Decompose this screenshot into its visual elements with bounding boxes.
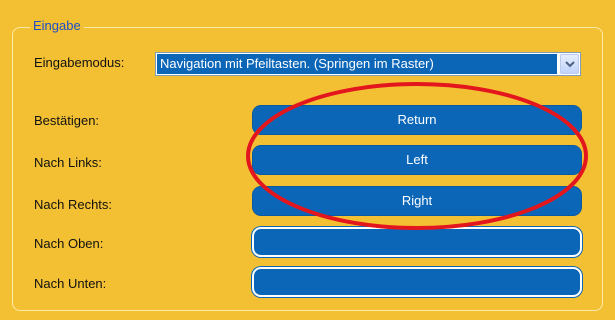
down-key-button[interactable]: [252, 267, 582, 297]
right-key-button[interactable]: Right: [252, 186, 582, 216]
dropdown-button[interactable]: [560, 54, 579, 74]
up-label: Nach Oben:: [34, 236, 104, 251]
up-key-button[interactable]: [252, 227, 582, 257]
input-mode-selected-value: Navigation mit Pfeiltasten. (Springen im…: [157, 54, 557, 74]
left-label: Nach Links:: [34, 155, 102, 170]
down-label: Nach Unten:: [34, 276, 107, 291]
chevron-down-icon: [565, 61, 575, 68]
input-mode-dropdown[interactable]: Navigation mit Pfeiltasten. (Springen im…: [155, 52, 581, 76]
input-mode-label: Eingabemodus:: [34, 55, 125, 70]
confirm-label: Bestätigen:: [34, 113, 100, 128]
right-label: Nach Rechts:: [34, 197, 113, 212]
input-settings-panel: Eingabe Eingabemodus: Navigation mit Pfe…: [0, 0, 615, 320]
confirm-key-button[interactable]: Return: [252, 105, 582, 135]
left-key-button[interactable]: Left: [252, 145, 582, 175]
group-title: Eingabe: [30, 18, 84, 34]
